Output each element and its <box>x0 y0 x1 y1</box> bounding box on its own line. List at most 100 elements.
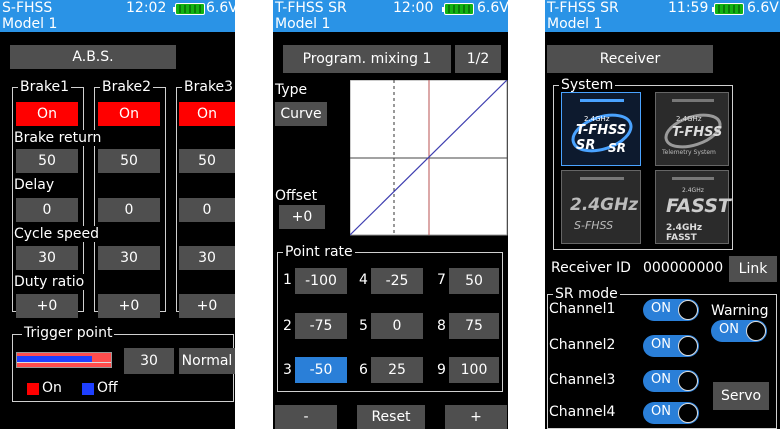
brake1-delay-value[interactable]: 0 <box>16 198 78 222</box>
clock: 11:59 <box>668 0 709 16</box>
off-legend-label: Off <box>97 380 118 396</box>
toggle-state: ON <box>719 322 739 337</box>
system-label: System <box>559 77 616 93</box>
point-number: 7 <box>437 272 446 288</box>
point-rate-label: Point rate <box>283 244 355 260</box>
warning-toggle[interactable]: ON <box>711 320 767 342</box>
menu-title: Receiver <box>547 45 713 73</box>
point-number: 9 <box>437 362 446 378</box>
toggle-state: ON <box>651 372 671 387</box>
page-indicator[interactable]: 1/2 <box>455 45 501 73</box>
point-rate-4[interactable]: -25 <box>371 268 423 294</box>
channel4-label: Channel4 <box>549 404 616 420</box>
brake2-cycle-value[interactable]: 30 <box>98 246 160 270</box>
point-rate-3-selected[interactable]: -50 <box>295 357 347 383</box>
tile-sub: 2.4GHz FASST <box>666 223 703 243</box>
status-header: T-FHSS SR Model 1 12:00 6.6V <box>273 0 508 32</box>
trigger-mode[interactable]: Normal <box>179 348 235 374</box>
brake3-return-value[interactable]: 50 <box>179 149 235 173</box>
channel2-toggle[interactable]: ON <box>643 335 699 357</box>
cycle-speed-label: Cycle speed <box>14 226 102 242</box>
system-title: S-FHSS <box>2 0 53 16</box>
voltage: 6.6V <box>747 0 779 16</box>
channel1-toggle[interactable]: ON <box>643 299 699 321</box>
model-name: Model 1 <box>2 16 58 32</box>
point-rate-2[interactable]: -75 <box>295 313 347 339</box>
brake1-duty-value[interactable]: +0 <box>16 294 78 318</box>
menu-title: Program. mixing 1 <box>283 45 451 73</box>
servo-button[interactable]: Servo <box>713 382 769 410</box>
trigger-point-value[interactable]: 30 <box>124 348 174 374</box>
brake1-cycle-value[interactable]: 30 <box>16 246 78 270</box>
brake3-label: Brake3 <box>182 79 235 95</box>
point-number: 5 <box>359 318 368 334</box>
model-name: Model 1 <box>547 16 603 32</box>
battery-icon <box>442 3 474 15</box>
system-title: T-FHSS SR <box>547 0 619 16</box>
system-tile-tfhss-sr[interactable]: 2.4GHz T-FHSS SR SR <box>561 92 641 166</box>
brake3-delay-value[interactable]: 0 <box>179 198 235 222</box>
channel4-toggle[interactable]: ON <box>643 402 699 424</box>
system-title: T-FHSS SR <box>275 0 347 16</box>
channel3-toggle[interactable]: ON <box>643 370 699 392</box>
duty-ratio-label: Duty ratio <box>14 274 87 290</box>
voltage: 6.6V <box>206 0 235 16</box>
point-rate-8[interactable]: 75 <box>449 313 499 339</box>
trigger-point-label: Trigger point <box>22 325 115 341</box>
clock: 12:00 <box>393 0 434 16</box>
channel2-label: Channel2 <box>549 337 616 353</box>
brake-return-label: Brake return <box>14 130 104 146</box>
brake1-return-value[interactable]: 50 <box>16 149 78 173</box>
reset-button[interactable]: Reset <box>357 405 425 429</box>
menu-title: A.B.S. <box>10 45 176 69</box>
voltage: 6.6V <box>477 0 508 16</box>
brake2-delay-value[interactable]: 0 <box>98 198 160 222</box>
point-number: 4 <box>359 272 368 288</box>
increase-button[interactable]: + <box>445 405 507 429</box>
brake1-toggle[interactable]: On <box>16 102 78 126</box>
sr-mode-label: SR mode <box>553 286 620 302</box>
point-rate-6[interactable]: 25 <box>371 357 423 383</box>
type-value[interactable]: Curve <box>275 102 327 126</box>
battery-icon <box>712 3 744 15</box>
point-rate-5[interactable]: 0 <box>371 313 423 339</box>
point-number: 8 <box>437 318 446 334</box>
brake3-cycle-value[interactable]: 30 <box>179 246 235 270</box>
receiver-id-value: 000000000 <box>643 260 724 276</box>
tile-title: FASST <box>666 195 731 217</box>
tile-title: 2.4GHz <box>570 195 639 215</box>
mixing-curve-graph[interactable] <box>350 80 508 236</box>
link-button[interactable]: Link <box>729 256 777 282</box>
tile-sub: SR <box>608 141 626 155</box>
point-rate-1[interactable]: -100 <box>295 268 347 294</box>
program-mixing-screen: T-FHSS SR Model 1 12:00 6.6V Program. mi… <box>273 0 508 429</box>
brake3-toggle[interactable]: On <box>179 102 235 126</box>
offset-label: Offset <box>275 188 318 204</box>
brake2-label: Brake2 <box>100 79 154 95</box>
point-rate-9[interactable]: 100 <box>449 357 499 383</box>
status-header: S-FHSS Model 1 12:02 6.6V <box>0 0 235 32</box>
system-tile-fasst[interactable]: 2.4GHz FASST 2.4GHz FASST <box>655 170 731 244</box>
system-tile-sfhss[interactable]: 2.4GHz S-FHSS <box>561 170 641 244</box>
off-legend-swatch <box>82 383 94 395</box>
system-tile-tfhss[interactable]: 2.4GHz T-FHSS Telemetry System <box>655 92 729 166</box>
channel1-label: Channel1 <box>549 301 616 317</box>
trigger-bar[interactable] <box>16 352 112 368</box>
clock: 12:02 <box>126 0 167 16</box>
battery-icon <box>173 3 205 15</box>
warning-label: Warning <box>711 303 769 319</box>
point-rate-7[interactable]: 50 <box>449 268 499 294</box>
brake2-toggle[interactable]: On <box>98 102 160 126</box>
channel3-label: Channel3 <box>549 372 616 388</box>
brake3-duty-value[interactable]: +0 <box>179 294 235 318</box>
on-legend-label: On <box>42 380 62 396</box>
abs-screen: S-FHSS Model 1 12:02 6.6V A.B.S. Brake1 … <box>0 0 235 429</box>
brake2-duty-value[interactable]: +0 <box>98 294 160 318</box>
offset-value[interactable]: +0 <box>279 205 325 229</box>
brake2-return-value[interactable]: 50 <box>98 149 160 173</box>
toggle-state: ON <box>651 404 671 419</box>
tile-band: 2.4GHz <box>676 115 702 123</box>
status-header: T-FHSS SR Model 1 11:59 6.6V <box>545 0 780 32</box>
receiver-id-label: Receiver ID <box>551 260 631 276</box>
decrease-button[interactable]: - <box>275 405 337 429</box>
